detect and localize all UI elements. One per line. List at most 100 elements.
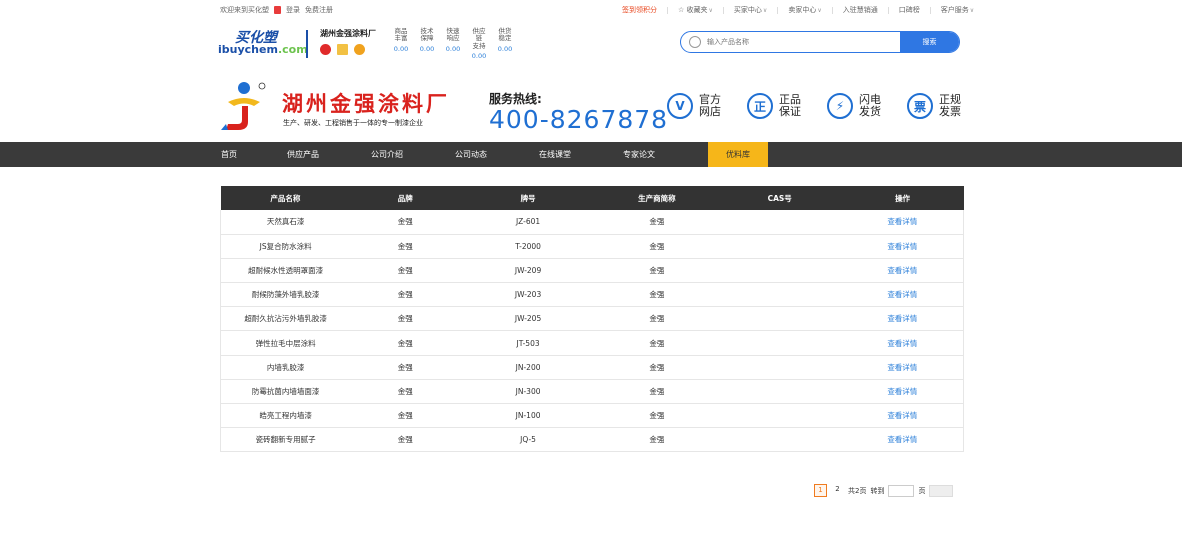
maker-cell: 金强 bbox=[595, 403, 718, 429]
certificate-badge-icon bbox=[337, 44, 348, 55]
grade-cell: JN-100 bbox=[460, 403, 596, 429]
service-link[interactable]: 客户服务∨ bbox=[941, 5, 974, 15]
product-name: JS复合防水涂料 bbox=[220, 234, 351, 259]
company-banner: 湖州金强涂料厂 生产、研发、工程销售于一体的专一制漆企业 服务热线: 400-8… bbox=[0, 80, 1182, 140]
join-link[interactable]: 入驻慧销通 bbox=[843, 5, 878, 15]
product-name: 弹性拉毛中层涂料 bbox=[220, 330, 351, 356]
goto-label: 转到 bbox=[870, 486, 885, 495]
lightning-icon: ⚡ bbox=[827, 93, 853, 119]
table-row: 超耐久抗沾污外墙乳胶漆 金强 JW-205 金强 查看详情 bbox=[220, 306, 964, 332]
product-name: 超耐久抗沾污外墙乳胶漆 bbox=[220, 306, 351, 332]
search-icon bbox=[689, 36, 701, 48]
product-name: 天然真石漆 bbox=[220, 210, 351, 235]
view-details-link[interactable]: 查看详情 bbox=[841, 403, 964, 429]
maker-cell: 金强 bbox=[595, 427, 718, 453]
brand-cell: 金强 bbox=[350, 210, 461, 235]
divider bbox=[887, 6, 889, 14]
divider bbox=[929, 6, 931, 14]
view-details-link[interactable]: 查看详情 bbox=[841, 234, 964, 259]
grade-cell: JT-503 bbox=[460, 330, 596, 356]
hotline-number: 400-8267878 bbox=[489, 105, 669, 134]
grade-cell: JN-300 bbox=[460, 379, 596, 405]
maker-cell: 金强 bbox=[595, 210, 718, 235]
grade-cell: JZ-601 bbox=[460, 210, 596, 235]
brand-cell: 金强 bbox=[350, 282, 461, 308]
seller-center-link[interactable]: 卖家中心∨ bbox=[788, 5, 821, 15]
chevron-down-icon: ∨ bbox=[969, 7, 975, 14]
grade-cell: JW-205 bbox=[460, 306, 596, 332]
view-details-link[interactable]: 查看详情 bbox=[841, 330, 964, 356]
nav-item-products[interactable]: 供应产品 bbox=[287, 142, 319, 167]
shop-stats: 商品 丰富 0.00 技术 保障 0.00 快速 响应 0.00 供应链 支持 0.00 供货稳… bbox=[392, 27, 514, 61]
genuine-icon: 正 bbox=[747, 93, 773, 119]
favorites-link[interactable]: ☆ 收藏夹∨ bbox=[678, 5, 713, 15]
nav-item-courses[interactable]: 在线课堂 bbox=[539, 142, 571, 167]
check-v-icon: V bbox=[667, 93, 693, 119]
goto-button[interactable] bbox=[929, 484, 954, 497]
view-details-link[interactable]: 查看详情 bbox=[841, 282, 964, 308]
search-button[interactable]: 搜索 bbox=[900, 32, 959, 52]
col-header: CAS号 bbox=[717, 186, 842, 210]
shop-info: 湖州金强涂料厂 bbox=[320, 28, 376, 55]
page-1-button[interactable]: 1 bbox=[814, 484, 827, 497]
brand-cell: 金强 bbox=[350, 427, 461, 453]
grade-cell: JW-209 bbox=[460, 258, 596, 284]
maker-cell: 金强 bbox=[595, 379, 718, 405]
cas-cell bbox=[717, 234, 842, 259]
chevron-down-icon: ∨ bbox=[762, 7, 768, 14]
login-link[interactable]: 登录 bbox=[286, 5, 300, 15]
invoice-icon: 票 bbox=[907, 93, 933, 119]
maker-cell: 金强 bbox=[595, 234, 718, 259]
table-row: 天然真石漆 金强 JZ-601 金强 查看详情 bbox=[220, 210, 964, 235]
stat-item: 供货 稳定 0.00 bbox=[497, 27, 513, 53]
shop-name[interactable]: 湖州金强涂料厂 bbox=[320, 28, 376, 39]
grade-cell: T-2000 bbox=[460, 234, 596, 259]
table-row: 皓亮工程内墙漆 金强 JN-100 金强 查看详情 bbox=[220, 403, 964, 429]
col-header: 生产商简称 bbox=[595, 186, 718, 210]
company-logo-icon bbox=[221, 82, 266, 130]
cas-cell bbox=[717, 306, 842, 332]
nav-item-home[interactable]: 首页 bbox=[221, 142, 237, 167]
search-input[interactable] bbox=[707, 32, 900, 52]
view-details-link[interactable]: 查看详情 bbox=[841, 379, 964, 405]
maker-cell: 金强 bbox=[595, 330, 718, 356]
nav-item-papers[interactable]: 专家论文 bbox=[623, 142, 655, 167]
view-details-link[interactable]: 查看详情 bbox=[841, 258, 964, 284]
grade-cell: JN-200 bbox=[460, 355, 596, 380]
view-details-link[interactable]: 查看详情 bbox=[841, 427, 964, 453]
nav-item-material-library[interactable]: 优料库 bbox=[708, 142, 768, 167]
login-icon bbox=[274, 6, 281, 14]
view-details-link[interactable]: 查看详情 bbox=[841, 306, 964, 332]
main-nav: 首页 供应产品 公司介绍 公司动态 在线课堂 专家论文 优料库 bbox=[0, 142, 1182, 167]
nav-item-news[interactable]: 公司动态 bbox=[455, 142, 487, 167]
product-name: 瓷砖翻新专用腻子 bbox=[220, 427, 351, 453]
view-details-link[interactable]: 查看详情 bbox=[841, 210, 964, 235]
feature-official-store: V 官方 网店 bbox=[667, 93, 747, 119]
brand-cell: 金强 bbox=[350, 330, 461, 356]
search-bar: 搜索 bbox=[680, 31, 960, 53]
hotline: 服务热线: 400-8267878 bbox=[489, 90, 668, 134]
cas-cell bbox=[717, 330, 842, 356]
page-total: 共2页 bbox=[848, 486, 867, 495]
table-row: JS复合防水涂料 金强 T-2000 金强 查看详情 bbox=[220, 234, 964, 259]
register-link[interactable]: 免费注册 bbox=[305, 5, 333, 15]
buyer-center-link[interactable]: 买家中心∨ bbox=[734, 5, 767, 15]
nav-item-about[interactable]: 公司介绍 bbox=[371, 142, 403, 167]
page-2-button[interactable]: 2 bbox=[831, 484, 844, 497]
checkin-link[interactable]: 签到领积分 bbox=[622, 5, 657, 15]
top-bar: 欢迎来到买化塑 登录 免费注册 签到领积分 ☆ 收藏夹∨ 买家中心∨ 卖家中心∨… bbox=[0, 0, 1182, 18]
view-details-link[interactable]: 查看详情 bbox=[841, 355, 964, 380]
maker-cell: 金强 bbox=[595, 306, 718, 332]
goto-page-input[interactable] bbox=[888, 484, 915, 497]
divider bbox=[777, 6, 779, 14]
table-row: 超耐候水性透明罩面漆 金强 JW-209 金强 查看详情 bbox=[220, 258, 964, 284]
divider bbox=[306, 30, 308, 58]
maker-cell: 金强 bbox=[595, 282, 718, 308]
table-row: 弹性拉毛中层涂料 金强 JT-503 金强 查看详情 bbox=[220, 330, 964, 356]
site-header: 买化塑 ibuychem.com 湖州金强涂料厂 商品 丰富 0.00 技术 保障 0.… bbox=[0, 24, 1182, 64]
maker-cell: 金强 bbox=[595, 258, 718, 284]
brand-cell: 金强 bbox=[350, 379, 461, 405]
cas-cell bbox=[717, 355, 842, 380]
reputation-link[interactable]: 口碑榜 bbox=[899, 5, 920, 15]
brand-cell: 金强 bbox=[350, 234, 461, 259]
